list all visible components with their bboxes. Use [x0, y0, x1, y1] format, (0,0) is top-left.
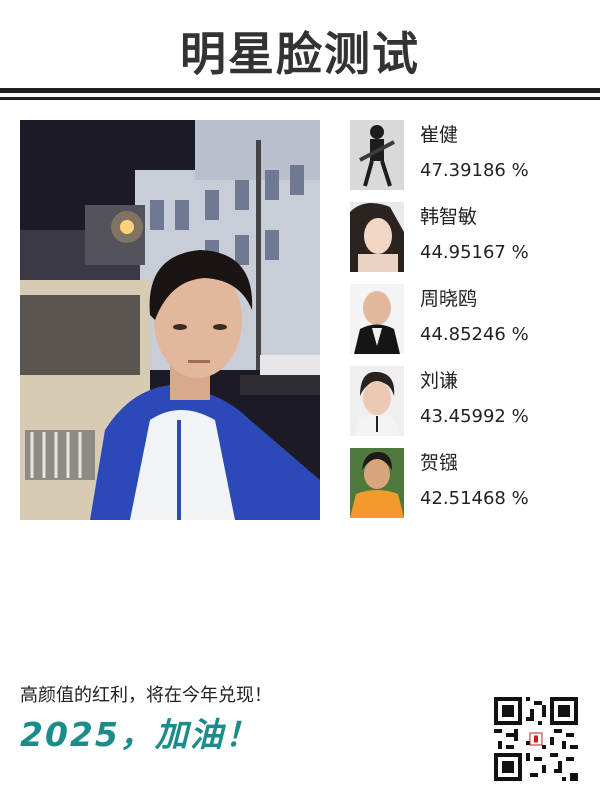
match-photo: [350, 448, 404, 518]
match-name: 贺镪: [420, 452, 459, 474]
footer-tagline: 高颜值的红利，将在今年兑现！: [20, 685, 272, 706]
match-score: 47.39186 %: [420, 160, 529, 181]
footer-slogan: 2025，加油！: [20, 715, 260, 754]
match-photo: [350, 120, 404, 190]
match-item: 刘谦 43.45992 %: [350, 366, 580, 436]
match-score: 42.51468 %: [420, 488, 529, 509]
match-photo: [350, 366, 404, 436]
match-name: 韩智敏: [420, 206, 478, 228]
header-rule-thin: [0, 97, 600, 100]
match-item: 韩智敏 44.95167 %: [350, 202, 580, 272]
uploaded-photo: [20, 120, 320, 520]
match-item: 周晓鸥 44.85246 %: [350, 284, 580, 354]
match-photo: [350, 284, 404, 354]
page-title: 明星脸测试: [180, 27, 420, 81]
match-photo: [350, 202, 404, 272]
header-rule-thick: [0, 88, 600, 93]
match-score: 44.95167 %: [420, 242, 529, 263]
match-score: 43.45992 %: [420, 406, 529, 427]
match-name: 崔健: [420, 124, 459, 146]
match-item: 贺镪 42.51468 %: [350, 448, 580, 518]
match-score: 44.85246 %: [420, 324, 529, 345]
match-name: 刘谦: [420, 370, 459, 392]
qr-code[interactable]: [494, 697, 578, 781]
match-name: 周晓鸥: [420, 288, 478, 310]
match-item: 崔健 47.39186 %: [350, 120, 580, 190]
